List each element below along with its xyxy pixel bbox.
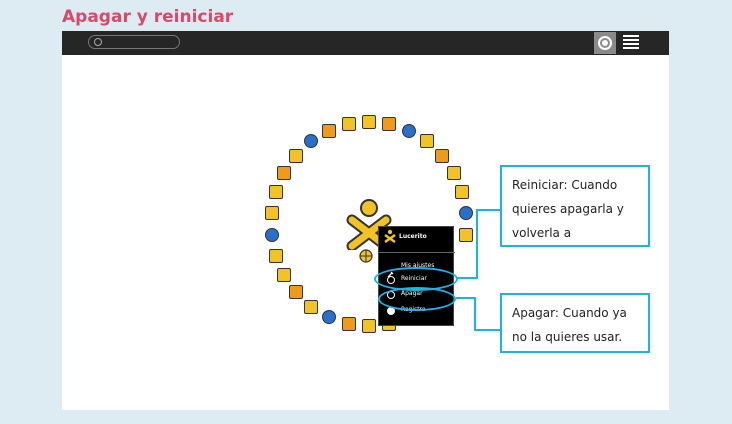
activity-icon[interactable] [459,227,474,242]
activity-icon[interactable] [362,319,376,333]
activity-icon[interactable] [322,310,337,325]
activity-icon[interactable] [322,123,337,138]
connector-apagar [474,297,476,331]
palette-separator [379,252,455,253]
activity-icon[interactable] [419,134,434,149]
activity-icon[interactable] [459,206,474,221]
activity-icon[interactable] [401,123,416,138]
activity-icon[interactable] [264,206,279,221]
list-view-icon [623,35,639,37]
activity-icon[interactable] [277,166,292,180]
palette-user-name: Lucerito [399,233,427,240]
sugar-home-screen: Lucerito Mis ajustes Reiniciar Apagar Re… [62,31,669,410]
activity-icon[interactable] [277,268,292,282]
callout-reiniciar: Reiniciar: Cuando quieres apagarla y vol… [500,165,650,247]
activity-icon[interactable] [304,299,319,314]
slide-title: Apagar y reiniciar [62,7,234,27]
connector-apagar [474,329,500,331]
activity-icon[interactable] [289,148,304,163]
connector-reiniciar [456,277,478,279]
activity-icon[interactable] [268,185,283,200]
home-view-button[interactable] [594,32,616,54]
top-toolbar [62,31,669,55]
activity-icon[interactable] [455,185,470,200]
activity-icon[interactable] [434,148,449,163]
network-globe-icon[interactable] [359,249,373,263]
connector-reiniciar [476,209,500,211]
activity-icon[interactable] [341,117,356,132]
activity-icon[interactable] [362,115,376,129]
connector-reiniciar [476,209,478,279]
connector-apagar [456,297,476,299]
search-input[interactable] [88,35,180,49]
activity-icon[interactable] [268,248,283,263]
callout-apagar: Apagar: Cuando ya no la quieres usar. [500,293,650,353]
activity-icon[interactable] [304,134,319,149]
activity-icon[interactable] [289,285,304,300]
activity-icon[interactable] [382,117,397,132]
search-icon [94,38,102,46]
xo-small-icon [384,229,396,243]
activity-icon[interactable] [341,316,356,331]
highlight-apagar [378,287,456,311]
home-view-icon-center [602,40,608,46]
activity-icon[interactable] [264,227,279,242]
activity-icon[interactable] [446,166,461,180]
list-view-button[interactable] [623,35,639,51]
